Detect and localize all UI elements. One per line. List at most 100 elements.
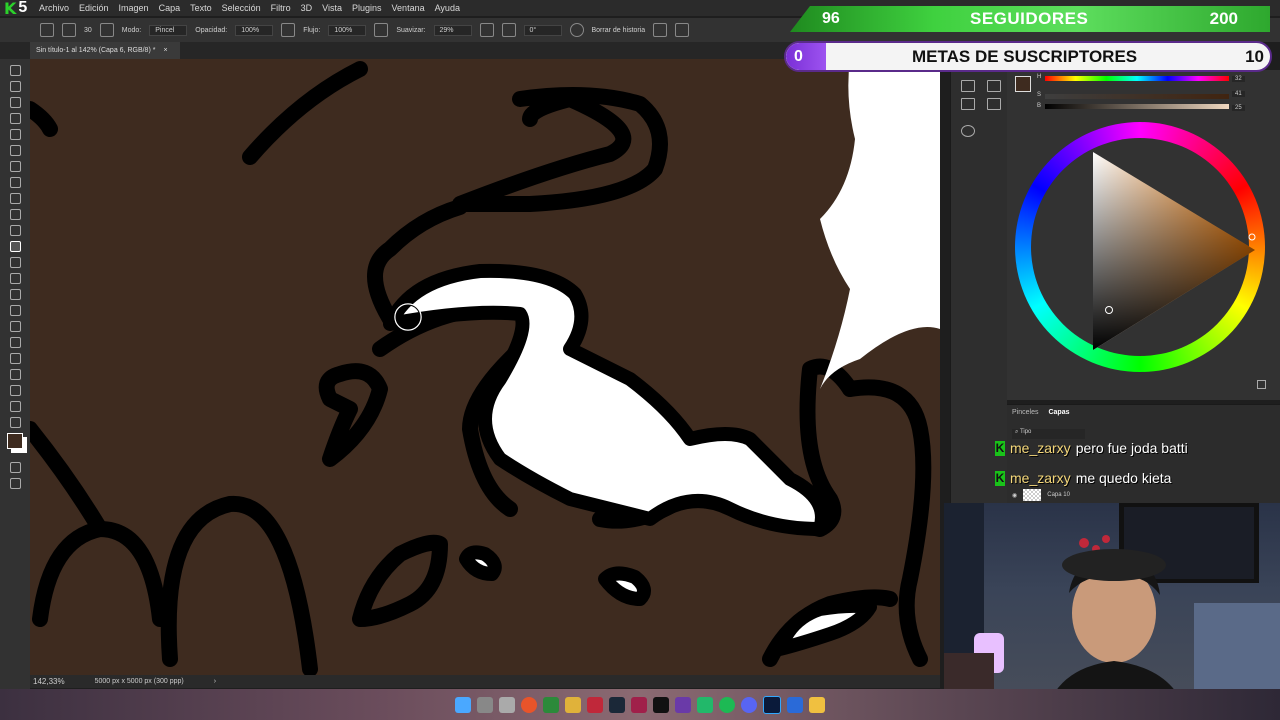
- shape-tool-icon[interactable]: [9, 353, 21, 364]
- move-tool-icon[interactable]: [9, 65, 21, 76]
- type-tool-icon[interactable]: [9, 321, 21, 332]
- app-icon-6[interactable]: [697, 696, 713, 713]
- tab-brushes[interactable]: Pinceles: [1012, 409, 1038, 416]
- menu-vista[interactable]: Vista: [317, 3, 347, 13]
- zoom-readout[interactable]: 142,33%: [33, 677, 65, 686]
- windows-start-icon[interactable]: [455, 696, 471, 713]
- brush-settings-icon[interactable]: [99, 23, 114, 37]
- healing-tool-icon[interactable]: [9, 177, 21, 188]
- more-tools-icon[interactable]: [9, 401, 21, 412]
- spotify-icon[interactable]: [719, 696, 735, 713]
- menu-3d[interactable]: 3D: [296, 3, 318, 13]
- path-select-tool-icon[interactable]: [9, 337, 21, 348]
- b-slider[interactable]: [1045, 104, 1229, 109]
- angle-input[interactable]: 0°: [523, 24, 562, 36]
- color-triangle[interactable]: [1015, 122, 1265, 372]
- status-chevron-icon[interactable]: ›: [214, 678, 216, 685]
- s-slider[interactable]: [1045, 94, 1229, 99]
- layer-row[interactable]: ◉ Capa 10: [1012, 488, 1272, 502]
- symmetry-icon[interactable]: [675, 23, 690, 37]
- flow-input[interactable]: 100%: [328, 24, 367, 36]
- eraser-tool-icon[interactable]: [9, 241, 21, 252]
- mode-select[interactable]: Pincel: [149, 24, 188, 36]
- dodge-tool-icon[interactable]: [9, 289, 21, 300]
- lasso-tool-icon[interactable]: [9, 97, 21, 108]
- menu-archivo[interactable]: Archivo: [34, 3, 74, 13]
- screen-mode-icon[interactable]: [9, 478, 21, 489]
- pressure-opacity-icon[interactable]: [281, 23, 296, 37]
- foreground-color-swatch[interactable]: [7, 433, 23, 449]
- search-icon[interactable]: [477, 696, 493, 713]
- app-icon-7[interactable]: [787, 696, 803, 713]
- crop-tool-icon[interactable]: [9, 129, 21, 140]
- smooth-settings-icon[interactable]: [479, 23, 494, 37]
- brush-tool-icon[interactable]: [9, 193, 21, 204]
- menu-ayuda[interactable]: Ayuda: [430, 3, 465, 13]
- swatches-panel-icon[interactable]: [987, 98, 1001, 110]
- smooth-input[interactable]: 29%: [433, 24, 472, 36]
- menu-edicion[interactable]: Edición: [74, 3, 114, 13]
- chat-text: me quedo kieta: [1075, 470, 1172, 486]
- file-explorer-icon[interactable]: [809, 696, 825, 713]
- history-brush-tool-icon[interactable]: [9, 225, 21, 236]
- menu-ventana[interactable]: Ventana: [387, 3, 430, 13]
- discord-icon[interactable]: [741, 696, 757, 713]
- quick-select-tool-icon[interactable]: [9, 113, 21, 124]
- pressure-size-icon[interactable]: [653, 23, 668, 37]
- menu-plugins[interactable]: Plugins: [347, 3, 387, 13]
- app-icon-2[interactable]: [565, 696, 581, 713]
- canvas-drawing: [30, 59, 940, 675]
- document-tab[interactable]: Sin título-1 al 142% (Capa 6, RGB/8) * ×: [30, 42, 180, 59]
- flow-label: Flujo:: [303, 26, 321, 34]
- brush-size[interactable]: 30: [84, 27, 92, 34]
- app-icon-1[interactable]: [543, 696, 559, 713]
- airbrush-icon[interactable]: [374, 23, 389, 37]
- swap-colors-icon[interactable]: [9, 417, 21, 428]
- stamp-tool-icon[interactable]: [9, 209, 21, 220]
- play-icon[interactable]: [961, 80, 975, 92]
- info-icon[interactable]: [961, 125, 975, 137]
- tab-layers[interactable]: Capas: [1048, 409, 1069, 416]
- angle-icon: [501, 23, 516, 37]
- menu-imagen[interactable]: Imagen: [114, 3, 154, 13]
- color-wheel[interactable]: [1015, 122, 1265, 372]
- task-view-icon[interactable]: [499, 696, 515, 713]
- frame-tool-icon[interactable]: [9, 145, 21, 156]
- app-icon-3[interactable]: [587, 696, 603, 713]
- blur-tool-icon[interactable]: [9, 273, 21, 284]
- steam-icon[interactable]: [609, 696, 625, 713]
- eraser-tool-icon[interactable]: [62, 23, 76, 37]
- comment-icon[interactable]: [961, 98, 975, 110]
- pen-tool-icon[interactable]: [9, 305, 21, 316]
- eyedropper-tool-icon[interactable]: [9, 161, 21, 172]
- home-icon[interactable]: [40, 23, 54, 37]
- menu-capa[interactable]: Capa: [154, 3, 186, 13]
- expand-icon[interactable]: [1257, 380, 1266, 389]
- marquee-tool-icon[interactable]: [9, 81, 21, 92]
- tiktok-icon[interactable]: [653, 696, 669, 713]
- close-icon[interactable]: ×: [163, 47, 167, 54]
- s-value[interactable]: 41: [1232, 91, 1245, 97]
- b-value[interactable]: 25: [1232, 105, 1245, 111]
- color-panel-icon[interactable]: [987, 80, 1001, 92]
- eye-icon[interactable]: ◉: [1012, 492, 1017, 499]
- canvas[interactable]: [30, 59, 940, 675]
- app-icon-5[interactable]: [675, 696, 691, 713]
- h-slider[interactable]: [1045, 76, 1229, 81]
- browser-icon[interactable]: [521, 696, 537, 713]
- gradient-tool-icon[interactable]: [9, 257, 21, 268]
- menu-texto[interactable]: Texto: [185, 3, 217, 13]
- menu-filtro[interactable]: Filtro: [266, 3, 296, 13]
- app-icon-4[interactable]: [631, 696, 647, 713]
- h-value[interactable]: 32: [1232, 76, 1245, 82]
- history-checkbox[interactable]: [569, 23, 584, 37]
- quick-mask-icon[interactable]: [9, 462, 21, 473]
- opacity-input[interactable]: 100%: [235, 24, 274, 36]
- zoom-tool-icon[interactable]: [9, 385, 21, 396]
- photoshop-icon[interactable]: [763, 695, 781, 714]
- hand-tool-icon[interactable]: [9, 369, 21, 380]
- logo-number: 5: [18, 0, 28, 16]
- menu-seleccion[interactable]: Selección: [217, 3, 266, 13]
- fg-bg-swatch[interactable]: [1015, 76, 1031, 92]
- white-shape-bottom-right: [773, 598, 877, 656]
